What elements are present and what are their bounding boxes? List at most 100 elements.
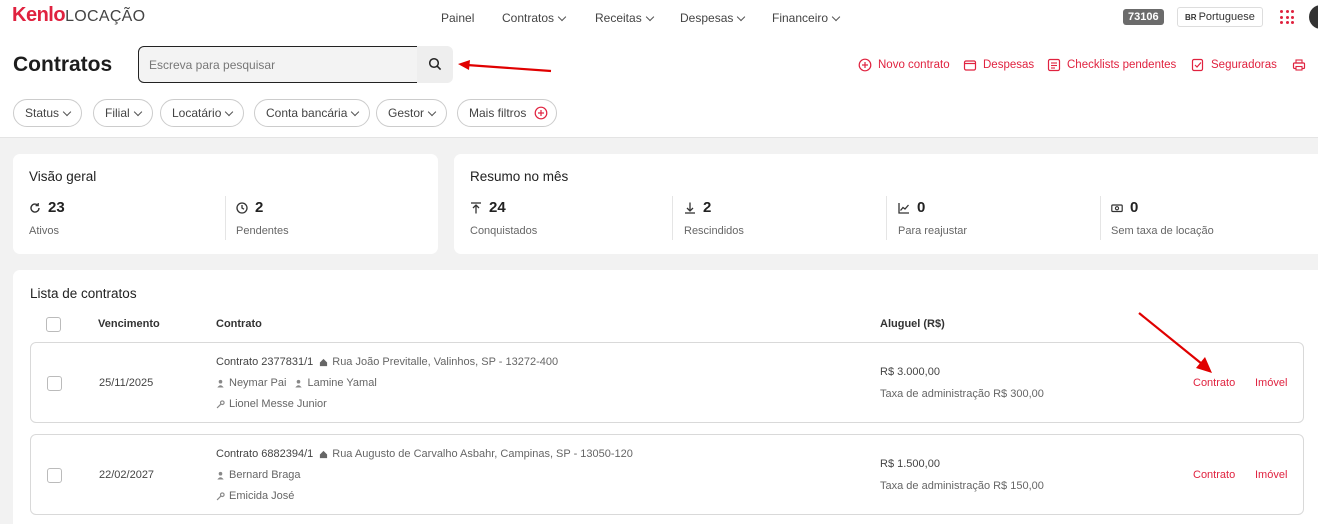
summary-title: Resumo no mês [470,169,569,184]
stat-rescindidos: 2 [684,199,711,216]
clock-icon [236,201,248,214]
filter-label: Conta bancária [266,106,348,120]
search-input[interactable] [138,46,418,83]
checklist-icon [1047,58,1061,72]
rent-value: R$ 1.500,00 [880,458,940,470]
filter-label: Gestor [388,106,425,120]
annotation-arrow-search [458,60,552,73]
language-selector[interactable]: BR Portuguese [1177,7,1263,27]
language-label: Portuguese [1198,11,1255,23]
action-label: Despesas [983,59,1035,71]
house-icon [320,450,328,458]
shield-check-icon [1191,58,1204,72]
contract-line: Contrato 6882394/1 Rua Augusto de Carval… [216,448,633,460]
owner-line: Lionel Messe Junior [216,398,327,410]
rent-value: R$ 3.000,00 [880,366,940,378]
stat-label: Sem taxa de locação [1111,225,1214,237]
top-bar: KenloLOCAÇÃO Painel Contratos Receitas D… [0,0,1318,36]
money-icon [1111,203,1123,212]
avatar[interactable] [1309,5,1318,29]
column-header-vencimento[interactable]: Vencimento [98,318,160,330]
chevron-down-icon [62,107,72,117]
stat-label: Ativos [29,225,59,237]
nav-despesas[interactable]: Despesas [680,11,746,25]
select-all-checkbox[interactable] [46,317,61,332]
chevron-down-icon [557,12,567,22]
nav-financeiro[interactable]: Financeiro [772,11,841,25]
overview-title: Visão geral [29,169,97,184]
key-icon [216,491,225,500]
action-label: Seguradoras [1211,59,1277,71]
stat-label: Conquistados [470,225,538,237]
trend-up-icon [898,202,909,214]
filter-locatario[interactable]: Locatário [160,99,245,127]
action-label: Checklists pendentes [1067,59,1177,71]
key-icon [216,399,225,408]
table-row[interactable]: 25/11/2025 Contrato 2377831/1 Rua João P… [30,342,1304,423]
divider [672,196,673,240]
stat-label: Para reajustar [898,225,968,237]
expenses-button[interactable]: Despesas [963,58,1034,72]
nav-painel[interactable]: Painel [441,11,474,25]
address: Rua Augusto de Carvalho Asbahr, Campinas… [332,448,633,460]
person-icon [295,379,303,388]
nav-label: Despesas [680,11,734,25]
pending-checklists-button[interactable]: Checklists pendentes [1047,58,1176,72]
due-date: 22/02/2027 [99,469,155,481]
kenlo-logo[interactable]: KenloLOCAÇÃO [12,4,145,27]
table-row[interactable]: 22/02/2027 Contrato 6882394/1 Rua August… [30,434,1304,515]
address: Rua João Previtalle, Valinhos, SP - 1327… [332,356,559,368]
filter-gestor[interactable]: Gestor [376,99,448,127]
nav-label: Contratos [502,11,555,25]
more-filters-button[interactable]: Mais filtros [457,99,557,127]
owner-line: Emicida José [216,490,294,502]
chevron-down-icon [831,12,841,22]
stat-value: 24 [489,199,506,216]
contract-number: Contrato 2377831/1 [216,356,314,368]
arrow-up-bar-icon [471,201,481,213]
insurers-button[interactable]: Seguradoras [1191,58,1277,72]
contracts-list-title: Lista de contratos [30,286,137,301]
nav-label: Financeiro [772,11,829,25]
filter-status[interactable]: Status [13,99,83,127]
admin-fee: Taxa de administração R$ 150,00 [880,480,1044,492]
action-label: Novo contrato [878,59,950,71]
filter-label: Locatário [172,106,222,120]
row-checkbox[interactable] [47,376,62,391]
row-checkbox[interactable] [47,468,62,483]
new-contract-button[interactable]: Novo contrato [858,58,950,72]
nav-label: Receitas [595,11,642,25]
search-button[interactable] [417,46,453,83]
chevron-down-icon [351,107,360,117]
filter-label: Mais filtros [469,106,527,120]
stat-ativos: 23 [29,199,65,216]
tenant-name: Lamine Yamal [307,377,377,389]
owner-name: Lionel Messe Junior [229,398,327,410]
stat-conquistados: 24 [470,199,506,216]
flag-icon: BR [1185,13,1197,22]
nav-receitas[interactable]: Receitas [595,11,654,25]
stat-value: 0 [917,199,926,216]
tenant-name: Neymar Pai [229,377,287,389]
due-date: 25/11/2025 [99,377,154,389]
chevron-down-icon [645,12,654,22]
stat-pendentes: 2 [236,199,263,216]
filter-conta-bancaria[interactable]: Conta bancária [254,99,371,127]
contract-link[interactable]: Contrato [1193,469,1235,481]
logo-sub: LOCAÇÃO [65,8,146,25]
column-header-aluguel[interactable]: Aluguel (R$) [880,318,945,330]
account-badge[interactable]: 73106 [1123,9,1164,25]
nav-label: Painel [441,11,475,25]
filter-label: Status [25,106,60,120]
apps-grid-icon[interactable] [1280,10,1294,24]
stat-para-reajustar: 0 [898,199,925,216]
monthly-summary-card: Resumo no mês 24 Conquistados 2 Rescindi… [454,154,1318,254]
property-link[interactable]: Imóvel [1255,377,1287,389]
print-button[interactable] [1292,58,1306,72]
contract-line: Contrato 2377831/1 Rua João Previtalle, … [216,356,558,368]
property-link[interactable]: Imóvel [1255,469,1287,481]
column-header-contrato[interactable]: Contrato [216,318,262,330]
nav-contratos[interactable]: Contratos [502,11,567,25]
chevron-down-icon [427,107,437,117]
filter-filial[interactable]: Filial [93,99,153,127]
